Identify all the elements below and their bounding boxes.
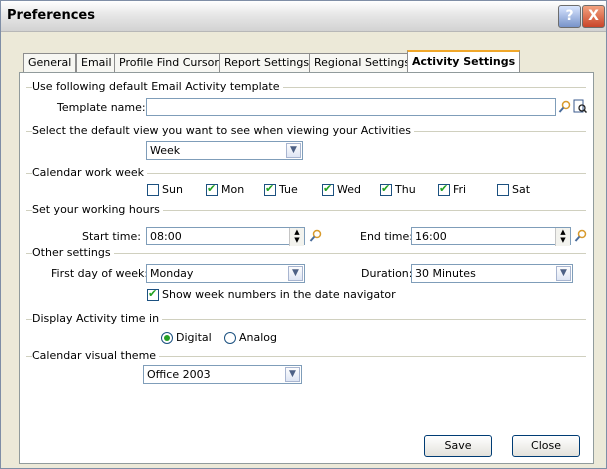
tab-report-settings[interactable]: Report Settings — [219, 53, 315, 72]
checkbox-sun[interactable] — [147, 184, 159, 196]
tab-general[interactable]: General — [23, 53, 77, 72]
end-time-value: 16:00 — [415, 230, 447, 243]
first-day-value: Monday — [150, 267, 194, 280]
start-time-spinner[interactable]: ▲ ▼ — [289, 228, 304, 246]
section-email-template: Use following default Email Activity tem… — [32, 80, 283, 93]
tab-email[interactable]: Email — [76, 53, 117, 72]
chevron-down-icon[interactable]: ▼ — [286, 143, 301, 158]
section-display-time: Display Activity time in — [32, 312, 163, 325]
title-bar: Preferences ? X — [1, 1, 606, 32]
duration-label: Duration: — [361, 267, 413, 280]
day-label-sat: Sat — [512, 183, 531, 196]
search-icon[interactable] — [558, 100, 572, 114]
section-work-week: Calendar work week — [32, 166, 147, 179]
duration-dropdown[interactable]: 30 Minutes ▼ — [411, 264, 573, 283]
radio-analog[interactable] — [224, 332, 236, 344]
default-view-value: Week — [150, 144, 181, 157]
template-name-label: Template name: — [57, 101, 146, 114]
close-window-button[interactable]: X — [582, 5, 605, 28]
first-day-label: First day of week: — [51, 267, 149, 280]
radio-digital-label: Digital — [176, 331, 212, 344]
day-label-thu: Thu — [395, 183, 416, 196]
checkbox-fri[interactable] — [438, 182, 450, 196]
window-title: Preferences — [7, 8, 95, 23]
activity-settings-panel: Use following default Email Activity tem… — [19, 72, 594, 464]
checkbox-tue[interactable] — [264, 182, 276, 196]
chevron-down-icon[interactable]: ▼ — [285, 367, 300, 382]
checkbox-sat[interactable] — [497, 184, 509, 196]
day-label-mon: Mon — [221, 183, 245, 196]
start-time-input[interactable]: 08:00 ▲ ▼ — [146, 227, 305, 246]
preview-document-icon[interactable] — [573, 99, 587, 113]
section-default-view: Select the default view you want to see … — [32, 124, 414, 137]
search-icon[interactable] — [309, 229, 323, 243]
theme-dropdown[interactable]: Office 2003 ▼ — [143, 365, 302, 384]
tab-activity-settings[interactable]: Activity Settings — [407, 50, 521, 74]
search-icon[interactable] — [574, 229, 588, 243]
day-label-fri: Fri — [453, 183, 467, 196]
start-time-value: 08:00 — [150, 230, 182, 243]
week-numbers-label: Show week numbers in the date navigator — [162, 288, 396, 301]
day-label-tue: Tue — [279, 183, 298, 196]
chevron-down-icon[interactable]: ▼ — [556, 266, 571, 281]
day-label-wed: Wed — [337, 183, 361, 196]
checkbox-wed[interactable] — [322, 182, 334, 196]
chevron-down-icon[interactable]: ▼ — [288, 266, 303, 281]
end-time-spinner[interactable]: ▲ ▼ — [555, 228, 570, 246]
tab-regional-settings[interactable]: Regional Settings — [309, 53, 416, 72]
start-time-label: Start time: — [82, 230, 141, 243]
end-time-input[interactable]: 16:00 ▲ ▼ — [411, 227, 571, 246]
section-visual-theme: Calendar visual theme — [32, 349, 160, 362]
checkbox-thu[interactable] — [380, 182, 392, 196]
radio-digital[interactable] — [161, 332, 173, 344]
radio-analog-label: Analog — [239, 331, 278, 344]
checkbox-mon[interactable] — [206, 182, 218, 196]
end-time-label: End time: — [360, 230, 413, 243]
save-button[interactable]: Save — [424, 435, 492, 457]
section-working-hours: Set your working hours — [32, 203, 163, 216]
theme-value: Office 2003 — [147, 368, 211, 381]
close-button[interactable]: Close — [512, 435, 580, 457]
preferences-window: Preferences ? X General Email Profile Fi… — [0, 0, 607, 469]
tab-profile-find-cursor[interactable]: Profile Find Cursor — [114, 53, 224, 72]
help-button[interactable]: ? — [558, 5, 581, 28]
week-numbers-checkbox[interactable] — [147, 287, 159, 301]
default-view-dropdown[interactable]: Week ▼ — [146, 141, 303, 160]
day-label-sun: Sun — [162, 183, 183, 196]
section-other-settings: Other settings — [32, 246, 114, 259]
duration-value: 30 Minutes — [415, 267, 476, 280]
first-day-dropdown[interactable]: Monday ▼ — [146, 264, 305, 283]
template-name-input[interactable] — [146, 98, 556, 116]
